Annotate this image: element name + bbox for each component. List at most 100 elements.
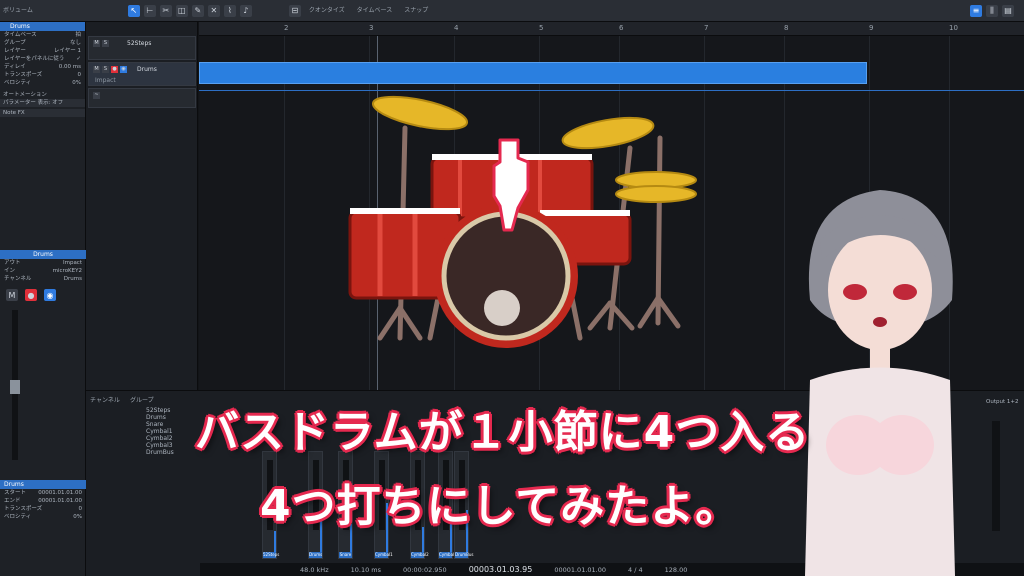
drum-kit-illustration bbox=[348, 95, 697, 348]
mixer-header-channel[interactable]: チャンネル bbox=[90, 395, 120, 404]
mute-button[interactable]: M bbox=[93, 40, 100, 47]
ruler-number: 2 bbox=[284, 24, 289, 32]
loop-end-position[interactable]: 00001.01.01.00 bbox=[554, 566, 606, 574]
note-fx-slot[interactable]: Note FX bbox=[0, 109, 85, 117]
inspector-fader[interactable] bbox=[10, 310, 20, 460]
inspector-monitor-button[interactable]: ◉ bbox=[44, 289, 56, 301]
timebase-menu[interactable]: タイムベース bbox=[357, 7, 393, 14]
sample-rate: 48.0 kHz bbox=[300, 565, 329, 574]
channel-label: Cymbal3 bbox=[439, 552, 457, 558]
mixer-header-group[interactable]: グループ bbox=[130, 395, 154, 404]
inspector-row[interactable]: トランスポーズ 0 bbox=[0, 71, 85, 79]
instrument-row[interactable]: アウト Impact bbox=[0, 259, 86, 267]
automation-lane-header[interactable]: ~ bbox=[88, 88, 196, 108]
listen-tool-icon[interactable]: ♪ bbox=[239, 4, 252, 17]
ruler-number: 10 bbox=[949, 24, 958, 32]
output-label: Output 1+2 bbox=[986, 399, 1019, 405]
instrument-row[interactable]: チャンネル Drums bbox=[0, 275, 86, 283]
character-body bbox=[805, 367, 955, 576]
event-row[interactable]: スタート 00001.01.01.00 bbox=[0, 489, 86, 497]
right-cymbal bbox=[561, 116, 655, 150]
ruler-number: 8 bbox=[784, 24, 789, 32]
channel-list-item[interactable]: Cymbal2 bbox=[146, 435, 174, 442]
inspector-mute-button[interactable]: M bbox=[6, 289, 18, 301]
quantize-menu[interactable]: クオンタイズ bbox=[309, 7, 345, 14]
range-tool-icon[interactable]: ⊢ bbox=[143, 4, 156, 17]
ride-cymbal-bottom bbox=[615, 185, 697, 203]
monitor-button[interactable]: ◉ bbox=[120, 66, 127, 73]
volume-label: ボリューム bbox=[3, 6, 33, 14]
mute-tool-icon[interactable]: ✕ bbox=[207, 4, 220, 17]
ruler-number: 7 bbox=[704, 24, 709, 32]
character-right-eye bbox=[893, 284, 917, 300]
time-signature[interactable]: 4 / 4 bbox=[628, 566, 643, 574]
character-left-eye bbox=[843, 284, 867, 300]
edit-view-button[interactable]: ≡ bbox=[970, 4, 982, 17]
mute-button[interactable]: M bbox=[93, 66, 100, 73]
arrow-tool-icon[interactable]: ↖ bbox=[127, 4, 140, 17]
track-name[interactable]: Drums bbox=[137, 66, 157, 73]
ruler-number: 6 bbox=[619, 24, 624, 32]
snap-icon[interactable]: ⊟ bbox=[288, 4, 301, 17]
tempo[interactable]: 128.00 bbox=[665, 566, 688, 574]
event-row[interactable]: ベロシティ 0% bbox=[0, 513, 86, 521]
inspector-record-button[interactable]: ● bbox=[25, 289, 37, 301]
drums-midi-clip[interactable] bbox=[199, 62, 867, 84]
volume-control[interactable]: ボリューム bbox=[3, 3, 33, 19]
bars-position[interactable]: 00003.01.03.95 bbox=[469, 565, 533, 574]
channel-list: 52Steps Drums Snare Cymbal1 Cymbal2 Cymb… bbox=[146, 407, 174, 456]
vtuber-character bbox=[805, 190, 955, 576]
output-fader[interactable] bbox=[992, 421, 1000, 531]
channel-list-item[interactable]: DrumBus bbox=[146, 449, 174, 456]
character-torso-right bbox=[870, 415, 934, 475]
channel-list-item[interactable]: Cymbal3 bbox=[146, 442, 174, 449]
top-toolbar: ボリューム ↖ ⊢ ✂ ◫ ✎ ✕ ⌇ ♪ ⊟ クオンタイズ タイムベース スナ… bbox=[0, 0, 1024, 22]
split-tool-icon[interactable]: ✂ bbox=[159, 4, 172, 17]
channel-label: Cymbal1 bbox=[375, 552, 393, 558]
caption-line-2: 4つ打ちにしてみたよ。 bbox=[260, 481, 741, 532]
channel-label: 52Steps bbox=[263, 552, 280, 558]
inspector-row[interactable]: ディレイ 0.00 ms bbox=[0, 63, 85, 71]
inspector-row[interactable]: レイヤーをパネルに従う ✓ bbox=[0, 55, 85, 63]
automation-parameter-row[interactable]: パラメーター 表示: オフ bbox=[0, 99, 85, 107]
track-header-drums[interactable]: M S ● ◉ Drums Impact bbox=[88, 62, 196, 86]
channel-list-item[interactable]: Cymbal1 bbox=[146, 428, 174, 435]
bend-tool-icon[interactable]: ⌇ bbox=[223, 4, 236, 17]
paint-tool-icon[interactable]: ✎ bbox=[191, 4, 204, 17]
automation-icon[interactable]: ~ bbox=[93, 92, 100, 99]
channel-list-item[interactable]: 52Steps bbox=[146, 407, 174, 414]
mix-view-button[interactable]: ⫼ bbox=[986, 4, 998, 17]
timeline-ruler[interactable]: 2 3 4 5 6 7 8 9 10 bbox=[199, 22, 1024, 36]
inspector-row[interactable]: タイムベース拍 bbox=[0, 31, 85, 39]
event-row[interactable]: エンド 00001.01.01.00 bbox=[0, 497, 86, 505]
instrument-row[interactable]: イン microKEY2 bbox=[0, 267, 86, 275]
left-cymbal bbox=[371, 95, 469, 131]
channel-label: Drums bbox=[309, 552, 323, 558]
instrument-header[interactable]: Drums bbox=[0, 250, 86, 259]
inspector-row[interactable]: ベロシティ 0% bbox=[0, 79, 85, 87]
solo-button[interactable]: S bbox=[102, 66, 109, 73]
solo-button[interactable]: S bbox=[102, 40, 109, 47]
inspector-row[interactable]: レイヤー レイヤー 1 bbox=[0, 47, 85, 55]
track-name[interactable]: 52Steps bbox=[127, 40, 151, 47]
seconds-position[interactable]: 00:00:02.950 bbox=[403, 566, 447, 574]
snap-menu[interactable]: スナップ bbox=[404, 7, 428, 14]
ruler-number: 9 bbox=[869, 24, 874, 32]
browse-view-button[interactable]: ▤ bbox=[1002, 4, 1014, 17]
track-instrument: Impact bbox=[95, 77, 116, 84]
track-header-52steps[interactable]: M S 52Steps bbox=[88, 36, 196, 60]
bottom-track-header[interactable]: Drums bbox=[0, 480, 86, 489]
event-row[interactable]: トランスポーズ 0 bbox=[0, 505, 86, 513]
character-mouth bbox=[873, 317, 887, 327]
character-neck bbox=[870, 345, 890, 370]
eraser-tool-icon[interactable]: ◫ bbox=[175, 4, 188, 17]
automation-section-title[interactable]: オートメーション bbox=[0, 91, 85, 99]
inspector-panel: Drums タイムベース拍 グループ なし レイヤー レイヤー 1 レイヤーをパネル… bbox=[0, 22, 86, 576]
caption-line-1: バスドラムが１小節に4つ入る bbox=[195, 407, 811, 458]
inspector-row[interactable]: グループ なし bbox=[0, 39, 85, 47]
record-arm-button[interactable]: ● bbox=[111, 66, 118, 73]
channel-list-item[interactable]: Drums bbox=[146, 414, 174, 421]
ruler-number: 5 bbox=[539, 24, 544, 32]
channel-list-item[interactable]: Snare bbox=[146, 421, 174, 428]
inspector-track-header[interactable]: Drums bbox=[0, 22, 85, 31]
